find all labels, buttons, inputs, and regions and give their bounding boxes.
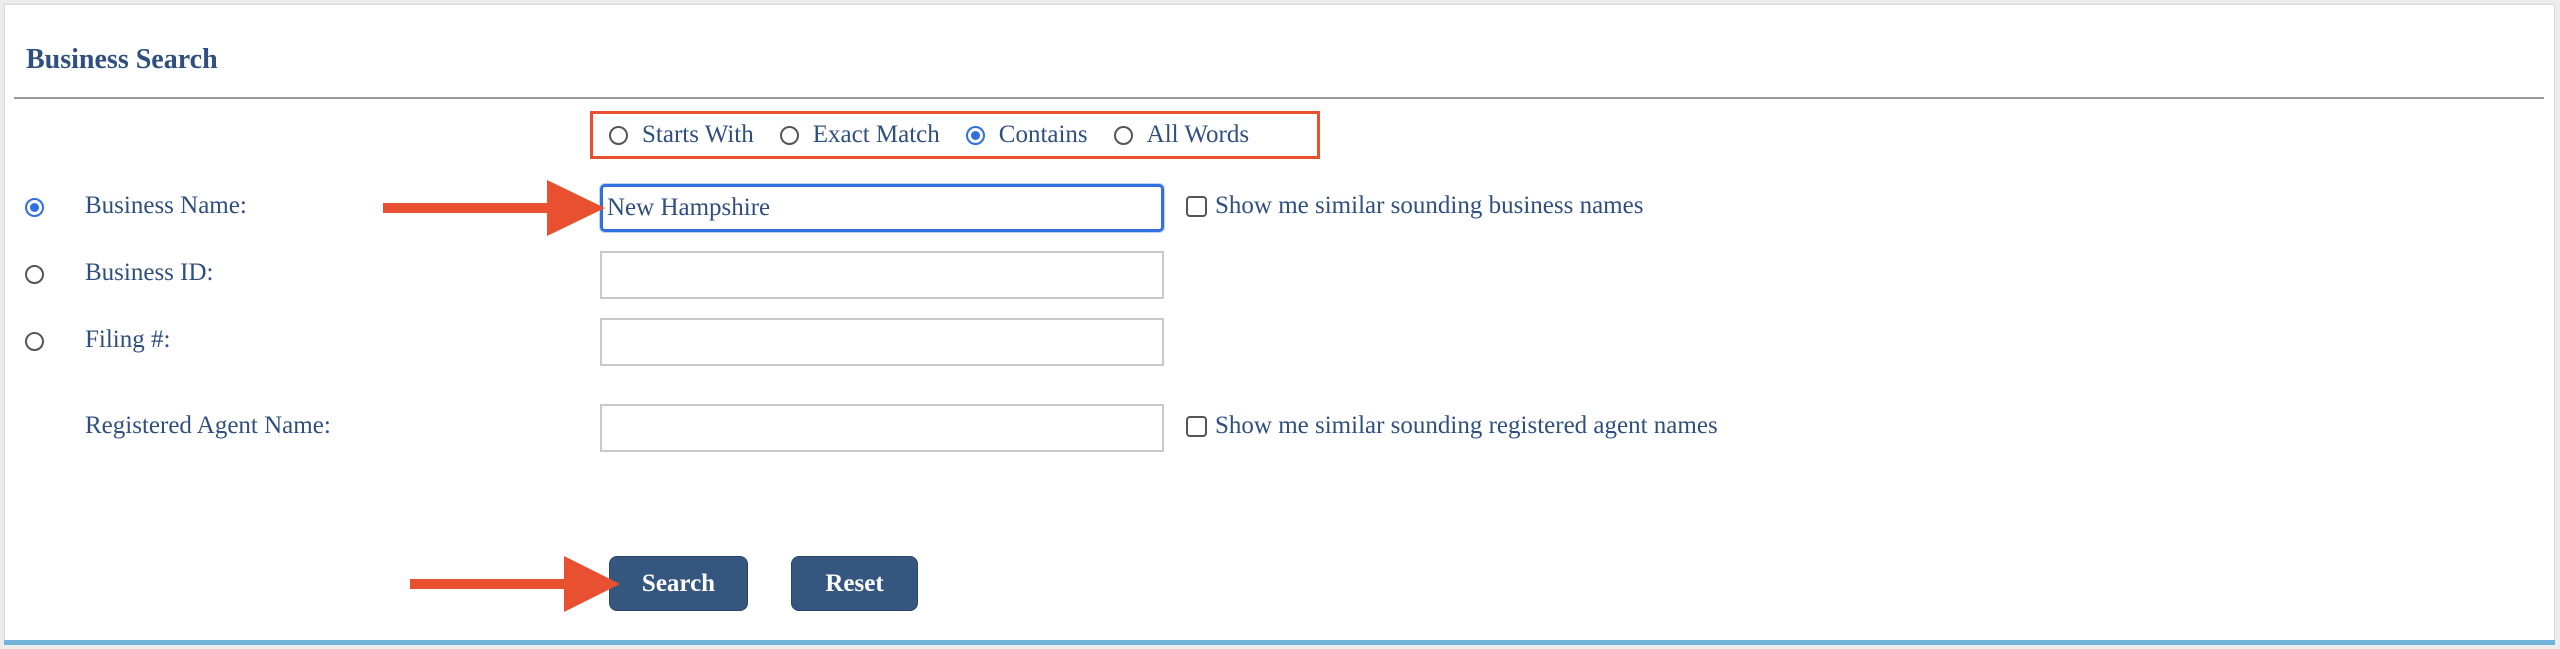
bottom-border-strip [4, 640, 2555, 645]
similar-business-option[interactable]: Show me similar sounding business names [1186, 192, 1643, 220]
business-search-panel [4, 4, 2555, 641]
reset-button[interactable]: Reset [791, 556, 918, 611]
business-name-annotation-arrow-icon [383, 180, 605, 236]
contains-label: Contains [998, 121, 1088, 148]
business-name-input[interactable]: New Hampshire [600, 184, 1164, 232]
similar-business-label: Show me similar sounding business names [1215, 192, 1644, 219]
match-option-exact-match[interactable]: Exact Match [779, 121, 940, 149]
contains-radio[interactable] [965, 125, 985, 145]
search-button[interactable]: Search [609, 556, 748, 611]
match-type-group: Starts With Exact Match Contains All Wor… [590, 111, 1320, 159]
similar-agent-option[interactable]: Show me similar sounding registered agen… [1186, 412, 1718, 440]
filing-number-input[interactable] [600, 318, 1164, 366]
business-name-label: Business Name: [85, 192, 247, 219]
match-option-contains[interactable]: Contains [965, 121, 1088, 149]
exact-match-label: Exact Match [812, 121, 940, 148]
similar-business-checkbox[interactable] [1186, 195, 1207, 217]
similar-agent-checkbox[interactable] [1186, 415, 1207, 437]
page-title: Business Search [26, 44, 218, 75]
registered-agent-label: Registered Agent Name: [85, 412, 331, 439]
business-name-radio[interactable] [25, 198, 44, 217]
search-annotation-arrow-icon [410, 556, 620, 612]
match-option-all-words[interactable]: All Words [1113, 121, 1250, 149]
title-divider [14, 97, 2544, 99]
business-id-radio[interactable] [25, 265, 44, 284]
business-id-label: Business ID: [85, 259, 214, 286]
business-id-input[interactable] [600, 251, 1164, 299]
all-words-radio[interactable] [1113, 125, 1133, 145]
starts-with-label: Starts With [642, 121, 754, 148]
similar-agent-label: Show me similar sounding registered agen… [1215, 412, 1718, 439]
filing-number-label: Filing #: [85, 326, 171, 353]
filing-number-radio[interactable] [25, 332, 44, 351]
match-option-starts-with[interactable]: Starts With [609, 121, 754, 149]
all-words-label: All Words [1146, 121, 1250, 148]
registered-agent-input[interactable] [600, 404, 1164, 452]
starts-with-radio[interactable] [609, 125, 628, 145]
exact-match-radio[interactable] [779, 125, 799, 145]
